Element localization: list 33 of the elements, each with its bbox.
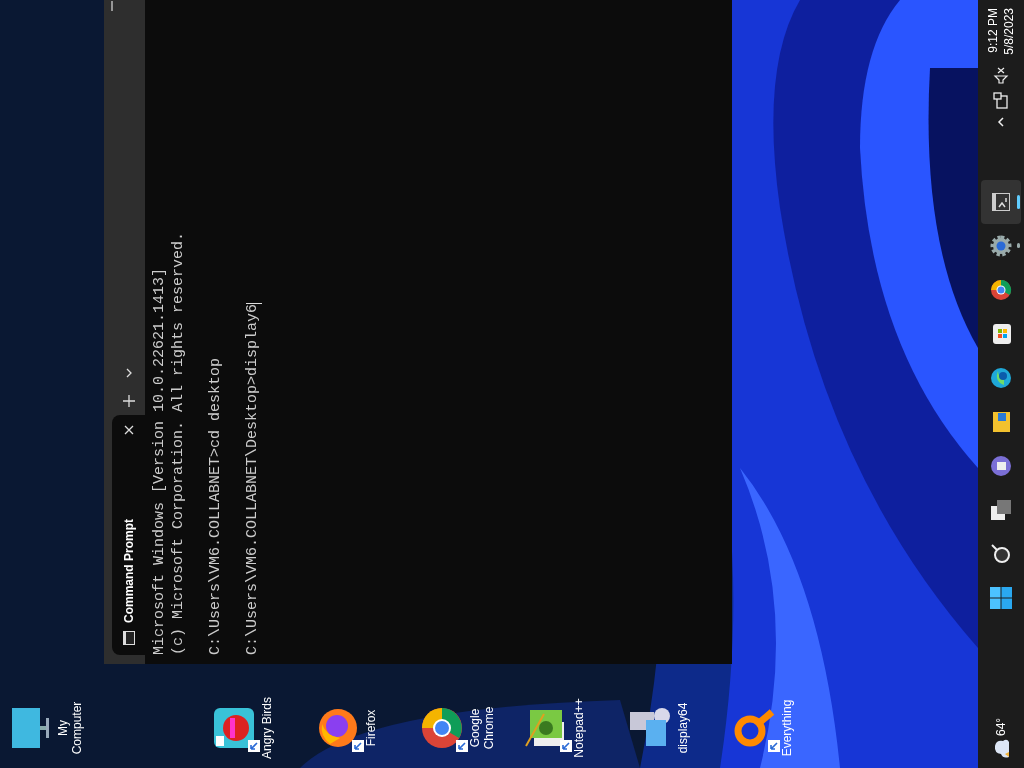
firefox-icon — [316, 706, 360, 750]
close-icon[interactable] — [123, 425, 134, 435]
console-line: C:\Users\VM6.COLLABNET>cd desktop — [207, 357, 226, 655]
clock-time[interactable]: 9:12 PM — [985, 8, 1001, 53]
chat-icon[interactable] — [990, 455, 1012, 477]
store-icon[interactable] — [990, 323, 1012, 345]
desktop-icon-label[interactable]: Google Chrome — [468, 693, 496, 763]
muted-speaker-icon[interactable] — [993, 66, 1009, 85]
desktop-icon-label[interactable]: Notepad++ — [572, 693, 586, 763]
desktop-icon-label[interactable]: My Computer — [56, 693, 84, 763]
search-icon[interactable] — [990, 543, 1012, 565]
edge-icon[interactable] — [990, 367, 1012, 389]
task-view-icon[interactable] — [990, 499, 1012, 521]
gear-icon[interactable] — [990, 235, 1012, 257]
bird-icon — [212, 706, 256, 750]
network-icon[interactable] — [993, 90, 1009, 109]
windows-start-icon[interactable] — [989, 586, 1013, 610]
text-cursor — [245, 302, 262, 304]
terminal-icon[interactable] — [990, 191, 1012, 213]
desktop-icon-label[interactable]: Angry Birds — [260, 693, 274, 763]
temperature[interactable]: 64° — [994, 717, 1008, 736]
console-line: C:\Users\VM6.COLLABNET\Desktop>display6 — [244, 303, 263, 655]
terminal-tab[interactable]: Command Prompt — [112, 415, 145, 655]
folder-icon[interactable] — [990, 411, 1012, 433]
chrome-icon[interactable] — [990, 279, 1012, 301]
desktop-icon-label[interactable]: Everything — [780, 693, 794, 763]
console-icon — [122, 631, 135, 645]
desktop-icon-label[interactable]: Firefox — [364, 693, 378, 763]
chrome-icon — [420, 706, 464, 750]
desktop-icon-label[interactable]: display64 — [676, 693, 690, 763]
console-line: Microsoft Windows [Version 10.0.22621.1413] — [151, 267, 169, 655]
clock-date[interactable]: 5/8/2023 — [1001, 8, 1017, 55]
console-line: (c) Microsoft Corporation. All rights reserved. — [169, 231, 188, 655]
